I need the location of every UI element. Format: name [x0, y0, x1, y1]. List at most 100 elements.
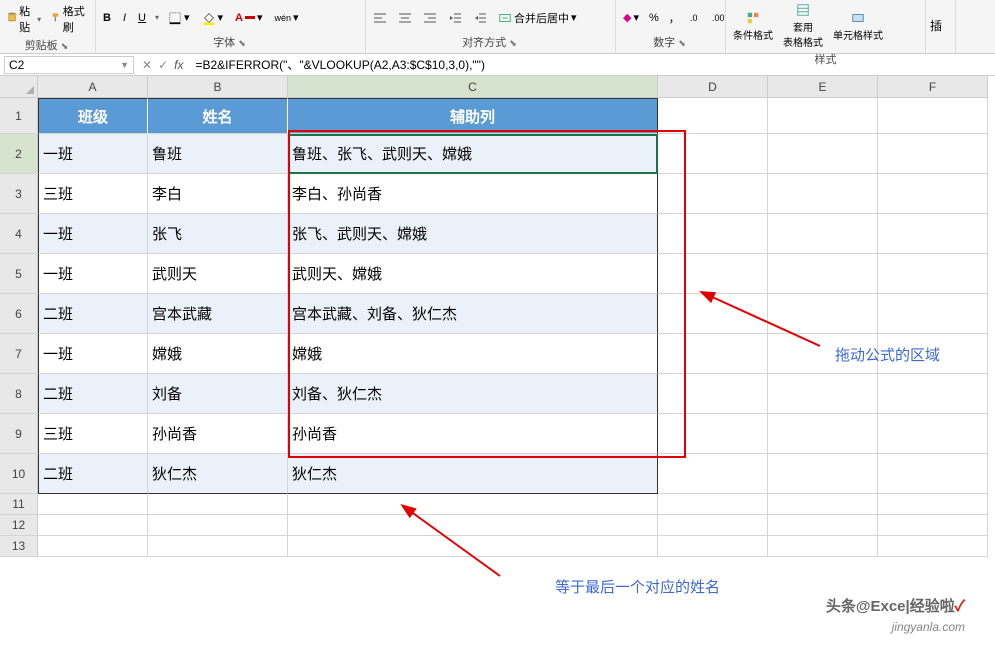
dialog-launcher-icon[interactable]: ⬊: [238, 38, 248, 48]
cell[interactable]: [768, 98, 878, 134]
data-cell[interactable]: 刘备、狄仁杰: [288, 374, 658, 414]
data-cell[interactable]: 宫本武藏、刘备、狄仁杰: [288, 294, 658, 334]
data-cell[interactable]: 张飞、武则天、嫦娥: [288, 214, 658, 254]
cell[interactable]: [658, 98, 768, 134]
data-cell[interactable]: 二班: [38, 294, 148, 334]
row-header-3[interactable]: 3: [0, 174, 38, 214]
dialog-launcher-icon[interactable]: ⬊: [509, 38, 519, 48]
select-all-corner[interactable]: [0, 76, 38, 98]
cell[interactable]: [658, 294, 768, 334]
conditional-format-button[interactable]: 条件格式: [730, 10, 776, 43]
table-format-button[interactable]: 套用 表格格式: [780, 2, 826, 50]
cell[interactable]: [878, 98, 988, 134]
row-header-10[interactable]: 10: [0, 454, 38, 494]
col-header-B[interactable]: B: [148, 76, 288, 98]
dialog-launcher-icon[interactable]: ⬊: [678, 38, 688, 48]
italic-button[interactable]: I: [120, 11, 129, 25]
cell[interactable]: [38, 536, 148, 557]
cell[interactable]: [658, 134, 768, 174]
cell[interactable]: [768, 515, 878, 536]
align-right-button[interactable]: [420, 10, 440, 26]
currency-button[interactable]: ◆▾: [620, 10, 642, 25]
cell[interactable]: [658, 494, 768, 515]
phonetic-button[interactable]: wén▾: [272, 10, 302, 25]
indent-decrease-button[interactable]: [445, 10, 465, 26]
cell[interactable]: [878, 374, 988, 414]
data-cell[interactable]: 二班: [38, 454, 148, 494]
bold-button[interactable]: B: [100, 11, 114, 25]
data-cell[interactable]: 嫦娥: [288, 334, 658, 374]
cell[interactable]: [878, 254, 988, 294]
cell[interactable]: [878, 414, 988, 454]
name-box[interactable]: C2 ▼: [4, 56, 134, 74]
cancel-formula-button[interactable]: ✕: [142, 58, 152, 72]
row-header-9[interactable]: 9: [0, 414, 38, 454]
col-header-F[interactable]: F: [878, 76, 988, 98]
comma-button[interactable]: ，: [666, 9, 683, 27]
cell[interactable]: [658, 214, 768, 254]
cell[interactable]: [148, 536, 288, 557]
data-cell[interactable]: 嫦娥: [148, 334, 288, 374]
data-cell[interactable]: 三班: [38, 174, 148, 214]
data-cell[interactable]: 李白、孙尚香: [288, 174, 658, 214]
accept-formula-button[interactable]: ✓: [158, 58, 168, 72]
row-header-11[interactable]: 11: [0, 494, 38, 515]
cell[interactable]: [658, 454, 768, 494]
data-cell[interactable]: 一班: [38, 334, 148, 374]
data-cell[interactable]: 孙尚香: [148, 414, 288, 454]
align-center-button[interactable]: [395, 10, 415, 26]
cell[interactable]: [878, 214, 988, 254]
cell[interactable]: [768, 254, 878, 294]
data-cell[interactable]: 三班: [38, 414, 148, 454]
underline-button[interactable]: U: [135, 11, 149, 25]
cell[interactable]: [768, 454, 878, 494]
data-cell[interactable]: 武则天: [148, 254, 288, 294]
chevron-down-icon[interactable]: ▼: [120, 60, 129, 70]
cell[interactable]: [38, 515, 148, 536]
data-cell[interactable]: 一班: [38, 214, 148, 254]
col-header-D[interactable]: D: [658, 76, 768, 98]
header-cell-C[interactable]: 辅助列: [288, 98, 658, 134]
cell[interactable]: [768, 374, 878, 414]
cell[interactable]: [658, 254, 768, 294]
row-header-6[interactable]: 6: [0, 294, 38, 334]
data-cell[interactable]: 狄仁杰: [148, 454, 288, 494]
row-header-4[interactable]: 4: [0, 214, 38, 254]
cell[interactable]: [148, 515, 288, 536]
merge-center-button[interactable]: 合并后居中 ▾: [495, 9, 580, 27]
row-header-7[interactable]: 7: [0, 334, 38, 374]
data-cell[interactable]: 李白: [148, 174, 288, 214]
cell[interactable]: [768, 294, 878, 334]
cell[interactable]: [288, 515, 658, 536]
cell[interactable]: [658, 414, 768, 454]
cell[interactable]: [878, 536, 988, 557]
row-header-8[interactable]: 8: [0, 374, 38, 414]
data-cell[interactable]: 一班: [38, 254, 148, 294]
align-left-button[interactable]: [370, 10, 390, 26]
cell[interactable]: [38, 494, 148, 515]
percent-button[interactable]: %: [646, 11, 662, 25]
indent-increase-button[interactable]: [470, 10, 490, 26]
cell[interactable]: [768, 174, 878, 214]
header-cell-A[interactable]: 班级: [38, 98, 148, 134]
cell[interactable]: [658, 334, 768, 374]
cell[interactable]: [288, 536, 658, 557]
data-cell[interactable]: 武则天、嫦娥: [288, 254, 658, 294]
cell[interactable]: [288, 494, 658, 515]
dialog-launcher-icon[interactable]: ⬊: [61, 41, 71, 51]
fill-color-button[interactable]: ▾: [199, 10, 227, 26]
col-header-C[interactable]: C: [288, 76, 658, 98]
data-cell[interactable]: 鲁班: [148, 134, 288, 174]
col-header-A[interactable]: A: [38, 76, 148, 98]
row-header-2[interactable]: 2: [0, 134, 38, 174]
format-painter-button[interactable]: 格式刷: [47, 2, 91, 36]
cell[interactable]: [878, 454, 988, 494]
header-cell-B[interactable]: 姓名: [148, 98, 288, 134]
row-header-12[interactable]: 12: [0, 515, 38, 536]
data-cell[interactable]: 张飞: [148, 214, 288, 254]
col-header-E[interactable]: E: [768, 76, 878, 98]
cell[interactable]: [878, 134, 988, 174]
cell[interactable]: [658, 374, 768, 414]
decrease-decimal-button[interactable]: .00: [709, 11, 727, 25]
increase-decimal-button[interactable]: .0: [687, 11, 705, 25]
